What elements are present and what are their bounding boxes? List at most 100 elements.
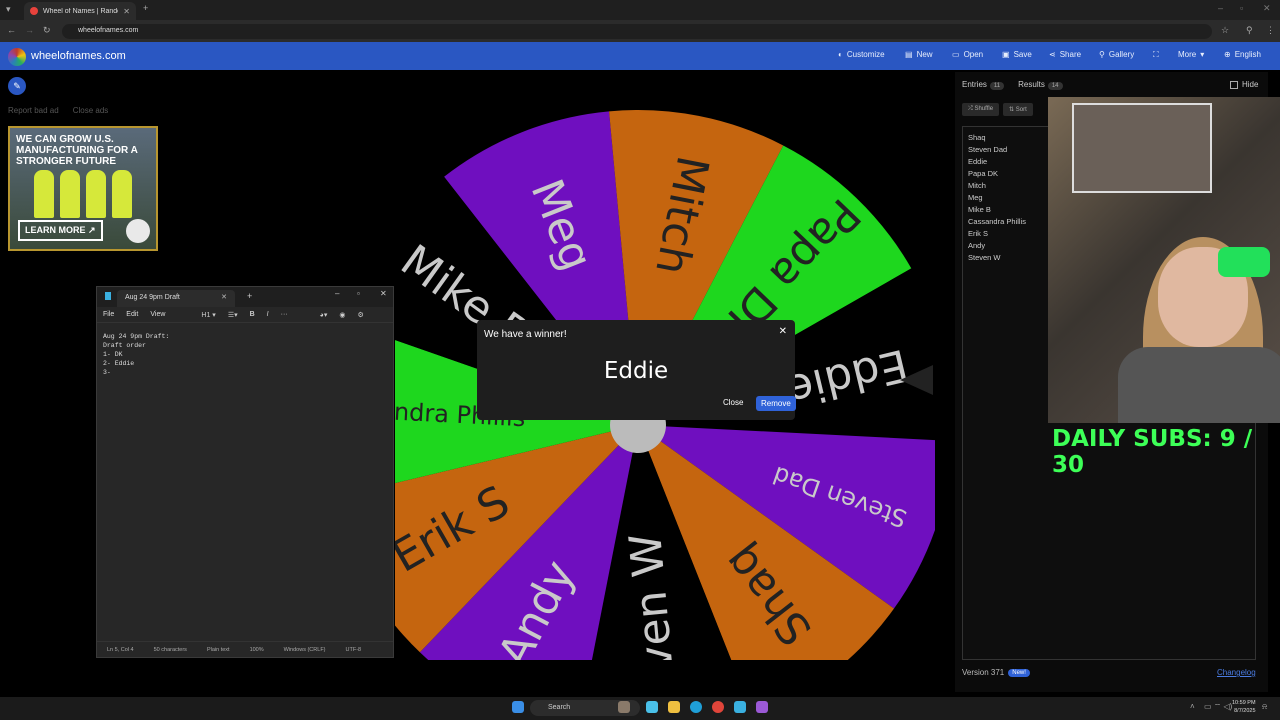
italic-icon[interactable]: I	[267, 311, 269, 318]
changelog-link[interactable]: Changelog	[1217, 668, 1256, 677]
bold-icon[interactable]: B	[250, 311, 255, 318]
results-count-badge: 14	[1047, 82, 1063, 90]
hide-checkbox[interactable]	[1230, 80, 1238, 89]
logo-icon[interactable]	[8, 48, 26, 66]
new-button[interactable]: ▤ New	[905, 50, 933, 59]
tab-entries[interactable]: Entries 11	[962, 80, 1005, 90]
address-bar[interactable]: wheelofnames.com	[62, 24, 1212, 39]
minimize-icon[interactable]: –	[335, 289, 339, 298]
close-window-icon[interactable]: ✕	[380, 289, 387, 298]
browser-tab[interactable]: Wheel of Names | Random nam ✕	[24, 2, 136, 20]
line-ending[interactable]: Windows (CRLF)	[284, 647, 326, 653]
notification-bell-icon[interactable]: ⍾	[1262, 702, 1267, 712]
close-ads-link[interactable]: Close ads	[73, 106, 109, 115]
tray-chevron-icon[interactable]: ˄	[1190, 702, 1195, 711]
menu-file[interactable]: File	[103, 311, 114, 318]
favicon-icon	[30, 7, 38, 15]
gallery-button[interactable]: ⚲ Gallery	[1099, 50, 1134, 59]
maximize-icon[interactable]: ▫	[357, 289, 360, 298]
more-button[interactable]: More ▾	[1178, 50, 1204, 59]
sort-icon: ⇅	[1009, 107, 1016, 113]
back-icon[interactable]: ←	[7, 25, 16, 35]
fullscreen-button[interactable]: ⛶	[1153, 50, 1159, 60]
new-tab-icon[interactable]: +	[247, 291, 252, 301]
copilot-icon[interactable]: ◕▾	[320, 311, 328, 319]
bookmark-star-icon[interactable]: ☆	[1221, 25, 1229, 36]
save-icon: ▣	[1002, 50, 1010, 59]
tray-icons[interactable]: ▭ ⌔ ◁)	[1204, 702, 1232, 712]
taskbar-clock[interactable]: 10:59 PM 8/7/2025	[1232, 699, 1256, 715]
close-button[interactable]: Close	[723, 398, 743, 407]
open-button[interactable]: ▭ Open	[952, 50, 983, 59]
tab-results-label: Results	[1018, 80, 1045, 89]
reload-icon[interactable]: ↻	[43, 25, 51, 36]
list-icon[interactable]: ☰▾	[228, 311, 238, 319]
close-tab-icon[interactable]: ✕	[123, 7, 130, 16]
more-icon[interactable]: ···	[281, 311, 288, 318]
file-explorer-icon[interactable]	[668, 701, 680, 713]
minimize-icon[interactable]: –	[1218, 3, 1223, 13]
site-brand[interactable]: wheelofnames.com	[31, 50, 126, 62]
customize-label: Customize	[846, 50, 885, 59]
menu-view[interactable]: View	[150, 311, 165, 318]
share-icon: ⋖	[1049, 50, 1056, 59]
chevron-down-icon: ▾	[1200, 50, 1205, 59]
notepad-statusbar: Ln 5, Col 4 50 characters Plain text 100…	[97, 641, 393, 657]
format-mode[interactable]: Plain text	[207, 647, 230, 653]
language-button[interactable]: ⊕ English	[1224, 50, 1261, 59]
close-window-icon[interactable]: ✕	[1263, 3, 1271, 14]
notepad-titlebar: Aug 24 9pm Draft ✕ + – ▫ ✕	[97, 287, 393, 307]
folder-icon: ▭	[952, 50, 960, 59]
extensions-icon[interactable]: ⚲	[1246, 25, 1253, 36]
remove-button[interactable]: Remove	[756, 396, 796, 411]
notepad-text[interactable]: Aug 24 9pm Draft: Draft order 1- DK 2- E…	[103, 332, 169, 377]
notepad-app-icon	[105, 292, 111, 300]
heading-dropdown[interactable]: H1 ▾	[201, 311, 215, 319]
widgets-icon[interactable]	[618, 701, 630, 713]
notepad-window[interactable]: Aug 24 9pm Draft ✕ + – ▫ ✕ File Edit Vie…	[96, 286, 394, 658]
save-button[interactable]: ▣ Save	[1002, 50, 1032, 59]
tab-results[interactable]: Results 14	[1018, 80, 1063, 90]
sort-label: Sort	[1015, 107, 1027, 113]
tab-list-icon[interactable]: ▾	[6, 4, 11, 15]
more-label: More	[1178, 50, 1197, 59]
hide-toggle[interactable]: Hide	[1230, 80, 1258, 89]
app-taskbar-icon[interactable]	[756, 701, 768, 713]
windows-start-icon[interactable]	[512, 701, 524, 713]
notepad-tab-title: Aug 24 9pm Draft	[125, 294, 180, 301]
copilot-icon[interactable]	[646, 701, 658, 713]
close-tab-icon[interactable]: ✕	[221, 293, 227, 301]
edit-pencil-button[interactable]: ✎	[8, 77, 26, 95]
ad-learn-more-button[interactable]: LEARN MORE ↗	[18, 220, 103, 241]
report-bad-ad-link[interactable]: Report bad ad	[8, 106, 59, 115]
forward-icon[interactable]: →	[25, 25, 34, 35]
windows-taskbar	[0, 697, 1280, 720]
webcam-overlay	[1048, 97, 1280, 423]
clock-date: 8/7/2025	[1234, 708, 1256, 714]
open-label: Open	[963, 50, 984, 59]
winner-name: Eddie	[603, 358, 669, 384]
panel-tabs: Entries 11 Results 14	[962, 80, 1063, 90]
zoom-level[interactable]: 100%	[250, 647, 264, 653]
new-tab-icon[interactable]: +	[143, 3, 148, 13]
maximize-icon[interactable]: ▫	[1240, 3, 1243, 13]
encoding[interactable]: UTF-8	[346, 647, 362, 653]
customize-button[interactable]: ◐ Customize	[838, 50, 885, 59]
notepad-taskbar-icon[interactable]	[734, 701, 746, 713]
site-header	[0, 42, 1280, 70]
entries-count-badge: 11	[989, 82, 1005, 90]
shuffle-button[interactable]: ⤮ Shuffle	[962, 103, 1000, 116]
ad-banner[interactable]: WE CAN GROW U.S. MANUFACTURING FOR A STR…	[8, 126, 158, 251]
notepad-tab[interactable]: Aug 24 9pm Draft ✕	[117, 290, 235, 307]
browser-menu-icon[interactable]: ⋮	[1266, 25, 1275, 36]
gallery-label: Gallery	[1108, 50, 1135, 59]
version-label: Version 371	[962, 668, 1005, 677]
chrome-icon[interactable]	[712, 701, 724, 713]
close-icon[interactable]: ✕	[779, 326, 787, 337]
sort-button[interactable]: ⇅ Sort	[1003, 103, 1033, 116]
settings-gear-icon[interactable]: ⚙	[357, 311, 363, 319]
edge-icon[interactable]	[690, 701, 702, 713]
menu-edit[interactable]: Edit	[126, 311, 138, 318]
share-button[interactable]: ⋖ Share	[1049, 50, 1081, 59]
account-icon[interactable]: ◉	[339, 311, 345, 319]
